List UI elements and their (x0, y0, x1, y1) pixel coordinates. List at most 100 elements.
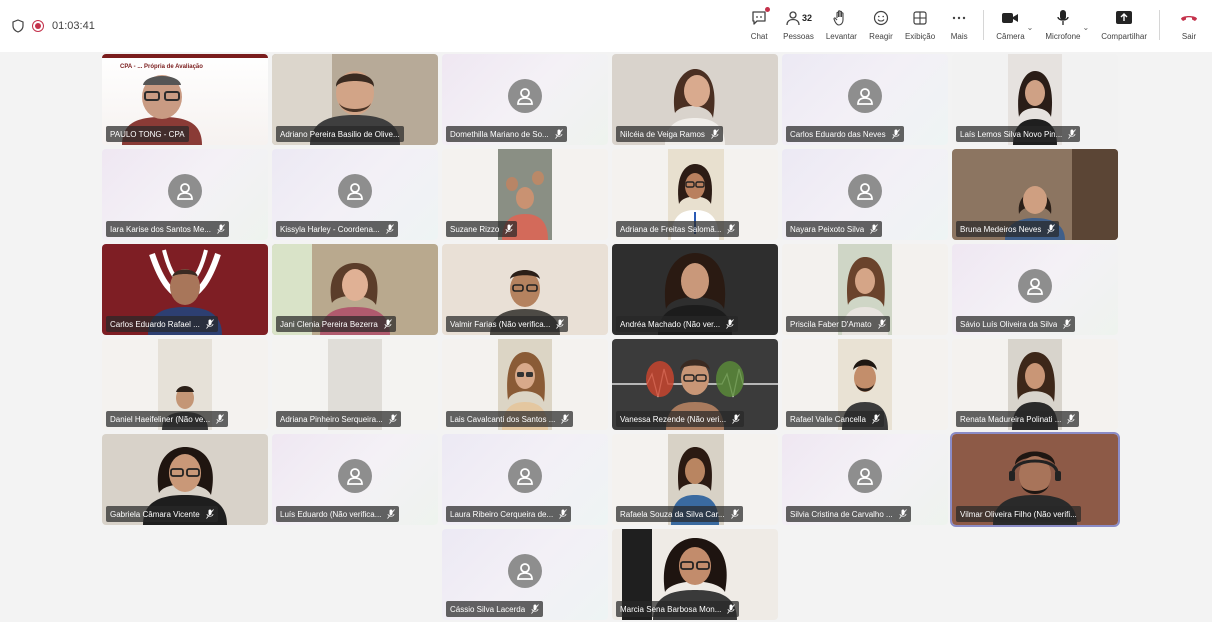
participant-tile[interactable]: Priscila Faber D'Amato (782, 244, 948, 335)
participant-name: Adriana Pinheiro Serqueira... (280, 414, 383, 424)
person-icon (517, 563, 533, 580)
shield-icon (12, 19, 24, 33)
participant-name-tag: Valmir Farias (Não verifica... (446, 316, 569, 332)
participant-tile[interactable]: Marcia Sena Barbosa Mon... (612, 529, 778, 620)
leave-button[interactable]: Sair (1166, 4, 1204, 41)
participant-tile[interactable]: Domethilla Mariano de So... (442, 54, 608, 145)
participant-tile[interactable]: Andréa Machado (Não ver... (612, 244, 778, 335)
participant-avatar (848, 174, 882, 208)
mic-muted-icon (559, 509, 567, 519)
react-label: Reagir (869, 32, 893, 41)
participant-tile[interactable]: Carlos Eduardo das Neves (782, 54, 948, 145)
participant-tile[interactable]: Carlos Eduardo Rafael ... (102, 244, 268, 335)
participant-tile[interactable]: CPA - ... Própria de Avaliação PAULO TON… (102, 54, 268, 145)
participant-tile[interactable]: Nilcéia de Veiga Ramos (612, 54, 778, 145)
participant-name: Daniel Haeifeliner (Não ve... (110, 414, 211, 424)
view-button[interactable]: Exibição (899, 4, 941, 41)
participant-tile[interactable]: Nayara Peixoto Silva (782, 149, 948, 240)
camera-options-chevron-icon[interactable]: ⌄ (1027, 23, 1034, 32)
participant-name: Sávio Luís Oliveira da Silva (960, 319, 1058, 329)
react-button[interactable]: Reagir (863, 4, 899, 41)
participant-name-tag: Rafaela Souza da Silva Car... (616, 506, 743, 522)
participant-tile[interactable]: Cássio Silva Lacerda (442, 529, 608, 620)
participant-name: Rafael Valle Cancella (790, 414, 866, 424)
mic-muted-icon (217, 224, 225, 234)
participant-avatar (1018, 269, 1052, 303)
mic-muted-icon (556, 319, 565, 329)
participant-avatar (338, 459, 372, 493)
participant-name-tag: Adriano Pereira Basilio de Olive... (276, 126, 404, 142)
mic-muted-icon (732, 414, 740, 424)
share-button[interactable]: Compartilhar (1095, 4, 1153, 41)
participant-tile[interactable]: Adriana Pinheiro Serqueira... (272, 339, 438, 430)
participant-name: Luís Eduardo (Não verifica... (280, 509, 382, 519)
participant-name: Rafaela Souza da Silva Car... (620, 509, 725, 519)
participant-avatar (508, 554, 542, 588)
hang-up-icon (1181, 16, 1197, 21)
microphone-button[interactable]: Microfone ⌄ (1039, 4, 1095, 41)
participant-name: Andréa Machado (Não ver... (620, 319, 721, 329)
participant-tile[interactable]: Valmir Farias (Não verifica... (442, 244, 608, 335)
participant-tile[interactable]: Daniel Haeifeliner (Não ve... (102, 339, 268, 430)
participant-name: Vanessa Rezende (Não veri... (620, 414, 727, 424)
participant-name-tag: Suzane Rizzo (446, 221, 518, 237)
participant-avatar (848, 79, 882, 113)
people-button[interactable]: 32 Pessoas (777, 4, 820, 41)
person-icon (517, 468, 533, 485)
participant-tile[interactable]: Adriana de Freitas Salomã... (612, 149, 778, 240)
participant-name: Cássio Silva Lacerda (450, 604, 526, 614)
participant-name: Marcia Sena Barbosa Mon... (620, 604, 722, 614)
participant-tile[interactable]: Lais Cavalcanti dos Santos ... (442, 339, 608, 430)
mic-muted-icon (387, 509, 396, 519)
participant-tile[interactable]: Laura Ribeiro Cerqueira de... (442, 434, 608, 525)
share-screen-icon (1116, 11, 1133, 24)
participant-name: Lais Cavalcanti dos Santos ... (450, 414, 556, 424)
microphone-options-chevron-icon[interactable]: ⌄ (1083, 23, 1090, 32)
participant-name-tag: Cássio Silva Lacerda (446, 601, 544, 617)
participant-name-tag: Adriana de Freitas Salomã... (616, 221, 740, 237)
participant-name: Adriano Pereira Basilio de Olive... (280, 129, 400, 139)
participant-name-tag: Gabriela Câmara Vicente (106, 506, 218, 522)
participant-name-tag: Silvia Cristina de Carvalho ... (786, 506, 911, 522)
participant-tile[interactable]: Rafaela Souza da Silva Car... (612, 434, 778, 525)
participant-name: Vilmar Oliveira Filho (Não verifi... (960, 509, 1077, 519)
participant-name-tag: Priscila Faber D'Amato (786, 316, 890, 332)
participant-name: Renata Madureira Polinati ... (960, 414, 1062, 424)
mic-muted-icon (872, 414, 880, 424)
mic-muted-icon (877, 319, 886, 329)
participant-tile[interactable]: Iara Karise dos Santos Me... (102, 149, 268, 240)
participant-tile[interactable]: Laís Lemos Silva Novo Pin... (952, 54, 1118, 145)
meeting-toolbar: 01:03:41 Chat 32 Pessoas Levantar Reagir… (0, 0, 1212, 52)
mic-muted-icon (726, 319, 734, 329)
recording-indicator-icon (32, 20, 44, 32)
participant-tile[interactable]: Rafael Valle Cancella (782, 339, 948, 430)
participant-name: Adriana de Freitas Salomã... (620, 224, 722, 234)
camera-button[interactable]: Câmera ⌄ (990, 4, 1039, 41)
participant-tile[interactable]: Vanessa Rezende (Não veri... (612, 339, 778, 430)
chat-button[interactable]: Chat (741, 4, 777, 41)
more-label: Mais (950, 32, 968, 41)
participant-name-tag: Rafael Valle Cancella (786, 411, 884, 427)
participant-name-tag: Domethilla Mariano de So... (446, 126, 567, 142)
more-button[interactable]: Mais (941, 4, 977, 41)
participant-name-tag: Jani Clenia Pereira Bezerra (276, 316, 396, 332)
participant-tile-active-speaker[interactable]: Vilmar Oliveira Filho (Não verifi... (950, 432, 1120, 527)
participant-tile[interactable]: Sávio Luís Oliveira da Silva (952, 244, 1118, 335)
participant-tile[interactable]: Gabriela Câmara Vicente (102, 434, 268, 525)
video-strip (1072, 149, 1118, 240)
camera-icon (1002, 13, 1019, 23)
raise-hand-button[interactable]: Levantar (820, 4, 863, 41)
participant-tile[interactable]: Kissyla Harley - Coordena... (272, 149, 438, 240)
participant-tile[interactable]: Silvia Cristina de Carvalho ... (782, 434, 948, 525)
participant-name-tag: Carlos Eduardo das Neves (786, 126, 904, 142)
participant-tile[interactable]: Luís Eduardo (Não verifica... (272, 434, 438, 525)
participant-name: Laís Lemos Silva Novo Pin... (960, 129, 1063, 139)
participant-tile[interactable]: Adriano Pereira Basilio de Olive... (272, 54, 438, 145)
participant-name: Laura Ribeiro Cerqueira de... (450, 509, 554, 519)
mic-muted-icon (711, 129, 719, 139)
participant-tile[interactable]: Bruna Medeiros Neves (952, 149, 1118, 240)
meeting-status: 01:03:41 (0, 19, 95, 33)
participant-tile[interactable]: Suzane Rizzo (442, 149, 608, 240)
participant-tile[interactable]: Renata Madureira Polinati ... (952, 339, 1118, 430)
participant-tile[interactable]: Jani Clenia Pereira Bezerra (272, 244, 438, 335)
